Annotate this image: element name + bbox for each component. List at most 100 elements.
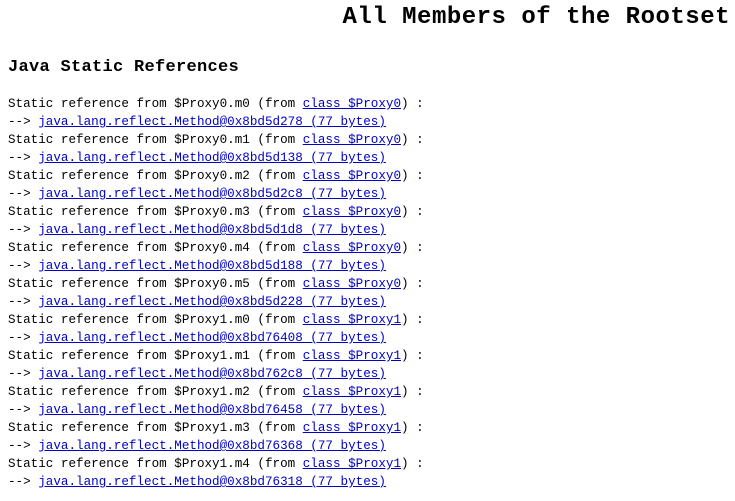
static-reference-source-name: $Proxy0.m4 bbox=[174, 241, 250, 255]
from-open-paren: (from bbox=[249, 385, 303, 399]
target-object-link[interactable]: java.lang.reflect.Method@0x8bd5d278 (77 … bbox=[38, 115, 386, 129]
target-object-link[interactable]: java.lang.reflect.Method@0x8bd5d188 (77 … bbox=[38, 259, 386, 273]
rootset-page: All Members of the Rootset Java Static R… bbox=[0, 0, 735, 501]
class-link[interactable]: class $Proxy0 bbox=[303, 97, 401, 111]
static-reference-prefix: Static reference from bbox=[8, 169, 175, 183]
from-close-paren: ) bbox=[401, 241, 409, 255]
from-close-paren: ) bbox=[401, 133, 409, 147]
static-reference-prefix: Static reference from bbox=[8, 421, 175, 435]
static-reference-target-line: --> java.lang.reflect.Method@0x8bd76458 … bbox=[8, 401, 730, 419]
from-open-paren: (from bbox=[249, 421, 303, 435]
trailing-colon: : bbox=[408, 313, 424, 327]
static-reference-target-line: --> java.lang.reflect.Method@0x8bd5d138 … bbox=[8, 149, 730, 167]
trailing-colon: : bbox=[408, 385, 424, 399]
static-reference-source-name: $Proxy0.m0 bbox=[174, 97, 250, 111]
static-reference-entry: Static reference from $Proxy1.m1 (from c… bbox=[8, 347, 730, 383]
arrow-marker: --> bbox=[8, 475, 39, 489]
from-close-paren: ) bbox=[401, 421, 409, 435]
class-link[interactable]: class $Proxy1 bbox=[303, 385, 401, 399]
static-reference-source-name: $Proxy1.m0 bbox=[174, 313, 250, 327]
trailing-colon: : bbox=[408, 349, 424, 363]
static-reference-source-name: $Proxy0.m1 bbox=[174, 133, 250, 147]
static-reference-source-line: Static reference from $Proxy0.m0 (from c… bbox=[8, 95, 730, 113]
from-open-paren: (from bbox=[249, 133, 303, 147]
static-reference-prefix: Static reference from bbox=[8, 349, 175, 363]
arrow-marker: --> bbox=[8, 403, 39, 417]
trailing-colon: : bbox=[408, 205, 424, 219]
from-close-paren: ) bbox=[401, 457, 409, 471]
static-reference-target-line: --> java.lang.reflect.Method@0x8bd5d228 … bbox=[8, 293, 730, 311]
static-reference-prefix: Static reference from bbox=[8, 241, 175, 255]
static-reference-source-line: Static reference from $Proxy0.m2 (from c… bbox=[8, 167, 730, 185]
static-reference-source-name: $Proxy1.m3 bbox=[174, 421, 250, 435]
static-reference-source-name: $Proxy1.m2 bbox=[174, 385, 250, 399]
from-close-paren: ) bbox=[401, 313, 409, 327]
target-object-link[interactable]: java.lang.reflect.Method@0x8bd76458 (77 … bbox=[38, 403, 386, 417]
from-open-paren: (from bbox=[249, 169, 303, 183]
static-reference-target-line: --> java.lang.reflect.Method@0x8bd76318 … bbox=[8, 473, 730, 491]
static-reference-target-line: --> java.lang.reflect.Method@0x8bd5d188 … bbox=[8, 257, 730, 275]
section-heading-java-static-references: Java Static References bbox=[8, 58, 240, 77]
target-object-link[interactable]: java.lang.reflect.Method@0x8bd76318 (77 … bbox=[38, 475, 386, 489]
from-open-paren: (from bbox=[249, 277, 303, 291]
static-reference-source-line: Static reference from $Proxy0.m3 (from c… bbox=[8, 203, 730, 221]
static-reference-entry: Static reference from $Proxy0.m5 (from c… bbox=[8, 275, 730, 311]
static-reference-entry: Static reference from $Proxy0.m0 (from c… bbox=[8, 95, 730, 131]
static-reference-source-line: Static reference from $Proxy1.m0 (from c… bbox=[8, 311, 730, 329]
trailing-colon: : bbox=[408, 277, 424, 291]
arrow-marker: --> bbox=[8, 151, 39, 165]
target-object-link[interactable]: java.lang.reflect.Method@0x8bd5d228 (77 … bbox=[38, 295, 386, 309]
from-close-paren: ) bbox=[401, 349, 409, 363]
from-close-paren: ) bbox=[401, 97, 409, 111]
from-open-paren: (from bbox=[249, 349, 303, 363]
target-object-link[interactable]: java.lang.reflect.Method@0x8bd762c8 (77 … bbox=[38, 367, 386, 381]
trailing-colon: : bbox=[408, 421, 424, 435]
target-object-link[interactable]: java.lang.reflect.Method@0x8bd5d1d8 (77 … bbox=[38, 223, 386, 237]
target-object-link[interactable]: java.lang.reflect.Method@0x8bd76408 (77 … bbox=[38, 331, 386, 345]
arrow-marker: --> bbox=[8, 331, 39, 345]
from-close-paren: ) bbox=[401, 385, 409, 399]
target-object-link[interactable]: java.lang.reflect.Method@0x8bd76368 (77 … bbox=[38, 439, 386, 453]
arrow-marker: --> bbox=[8, 295, 39, 309]
static-reference-entry: Static reference from $Proxy1.m2 (from c… bbox=[8, 383, 730, 419]
static-reference-prefix: Static reference from bbox=[8, 313, 175, 327]
arrow-marker: --> bbox=[8, 115, 39, 129]
static-reference-entry: Static reference from $Proxy1.m4 (from c… bbox=[8, 455, 730, 491]
static-reference-target-line: --> java.lang.reflect.Method@0x8bd76368 … bbox=[8, 437, 730, 455]
static-reference-entry: Static reference from $Proxy0.m1 (from c… bbox=[8, 131, 730, 167]
static-reference-source-line: Static reference from $Proxy0.m5 (from c… bbox=[8, 275, 730, 293]
trailing-colon: : bbox=[408, 457, 424, 471]
arrow-marker: --> bbox=[8, 259, 39, 273]
trailing-colon: : bbox=[408, 133, 424, 147]
from-open-paren: (from bbox=[249, 313, 303, 327]
arrow-marker: --> bbox=[8, 223, 39, 237]
class-link[interactable]: class $Proxy0 bbox=[303, 133, 401, 147]
from-close-paren: ) bbox=[401, 169, 409, 183]
static-reference-source-name: $Proxy0.m2 bbox=[174, 169, 250, 183]
trailing-colon: : bbox=[408, 169, 424, 183]
static-reference-entry: Static reference from $Proxy0.m4 (from c… bbox=[8, 239, 730, 275]
static-reference-prefix: Static reference from bbox=[8, 457, 175, 471]
class-link[interactable]: class $Proxy1 bbox=[303, 313, 401, 327]
static-reference-source-line: Static reference from $Proxy1.m2 (from c… bbox=[8, 383, 730, 401]
static-reference-entry: Static reference from $Proxy0.m3 (from c… bbox=[8, 203, 730, 239]
static-reference-target-line: --> java.lang.reflect.Method@0x8bd5d2c8 … bbox=[8, 185, 730, 203]
class-link[interactable]: class $Proxy0 bbox=[303, 169, 401, 183]
class-link[interactable]: class $Proxy0 bbox=[303, 241, 401, 255]
target-object-link[interactable]: java.lang.reflect.Method@0x8bd5d138 (77 … bbox=[38, 151, 386, 165]
class-link[interactable]: class $Proxy0 bbox=[303, 277, 401, 291]
target-object-link[interactable]: java.lang.reflect.Method@0x8bd5d2c8 (77 … bbox=[38, 187, 386, 201]
class-link[interactable]: class $Proxy0 bbox=[303, 205, 401, 219]
arrow-marker: --> bbox=[8, 439, 39, 453]
class-link[interactable]: class $Proxy1 bbox=[303, 457, 401, 471]
from-open-paren: (from bbox=[249, 241, 303, 255]
trailing-colon: : bbox=[408, 97, 424, 111]
static-reference-entry: Static reference from $Proxy0.m2 (from c… bbox=[8, 167, 730, 203]
from-open-paren: (from bbox=[249, 457, 303, 471]
trailing-colon: : bbox=[408, 241, 424, 255]
class-link[interactable]: class $Proxy1 bbox=[303, 421, 401, 435]
static-reference-source-line: Static reference from $Proxy1.m1 (from c… bbox=[8, 347, 730, 365]
class-link[interactable]: class $Proxy1 bbox=[303, 349, 401, 363]
static-reference-source-name: $Proxy1.m4 bbox=[174, 457, 250, 471]
arrow-marker: --> bbox=[8, 187, 39, 201]
